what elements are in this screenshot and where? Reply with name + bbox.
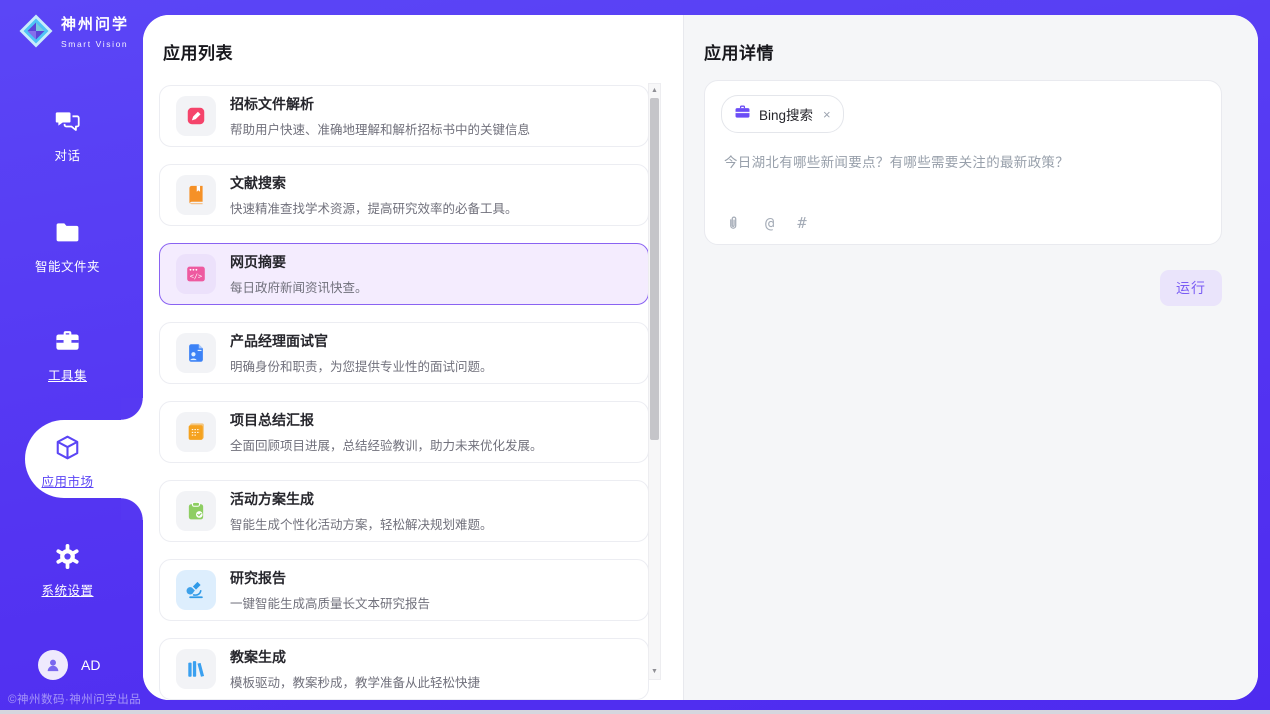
user-initials: AD (81, 657, 100, 673)
scrollbar-down-arrow[interactable]: ▼ (649, 666, 660, 678)
app-card-text: 教案生成模板驱动，教案秒成，教学准备从此轻松快捷 (230, 647, 480, 691)
book-icon (176, 175, 216, 215)
diamond-logo-icon (18, 13, 54, 54)
sidebar-item-2[interactable]: 工具集 (0, 328, 135, 384)
avatar[interactable] (38, 650, 68, 680)
app-card-description: 一键智能生成高质量长文本研究报告 (230, 593, 430, 612)
app-card-text: 招标文件解析帮助用户快速、准确地理解和解析招标书中的关键信息 (230, 94, 530, 138)
scrollbar[interactable]: ▲ ▼ (648, 83, 661, 680)
microscope-icon (176, 570, 216, 610)
scrollbar-up-arrow[interactable]: ▲ (649, 85, 660, 97)
svg-text:</>: </> (190, 273, 202, 281)
browser-code-icon: </> (176, 254, 216, 294)
brand-subtitle: Smart Vision (61, 39, 128, 49)
sidebar: 神州问学 Smart Vision 对话智能文件夹工具集应用市场系统设置 AD … (0, 0, 143, 714)
app-card-description: 智能生成个性化活动方案，轻松解决规划难题。 (230, 514, 493, 533)
app-card-text: 活动方案生成智能生成个性化活动方案，轻松解决规划难题。 (230, 489, 493, 533)
app-list-title: 应用列表 (163, 39, 233, 64)
bottom-edge-strip (0, 710, 1270, 714)
cube-icon (54, 434, 81, 461)
user-account[interactable]: AD (38, 650, 100, 680)
app-card-description: 快速精准查找学术资源，提高研究效率的必备工具。 (230, 198, 518, 217)
prompt-card[interactable]: Bing搜索 × 今日湖北有哪些新闻要点？有哪些需要关注的最新政策？ @# (704, 80, 1222, 245)
sidebar-item-4[interactable]: 系统设置 (0, 543, 135, 599)
app-card-title: 招标文件解析 (230, 94, 530, 114)
app-list-panel: 应用列表 招标文件解析帮助用户快速、准确地理解和解析招标书中的关键信息文献搜索快… (143, 15, 683, 700)
note-icon (176, 412, 216, 452)
prompt-text[interactable]: 今日湖北有哪些新闻要点？有哪些需要关注的最新政策？ (724, 151, 1203, 171)
app-card-3[interactable]: 产品经理面试官明确身份和职责，为您提供专业性的面试问题。 (159, 322, 649, 384)
app-card-5[interactable]: 活动方案生成智能生成个性化活动方案，轻松解决规划难题。 (159, 480, 649, 542)
app-card-title: 教案生成 (230, 647, 480, 667)
copyright-footer: ©神州数码·神州问学出品 (8, 691, 141, 707)
app-card-0[interactable]: 招标文件解析帮助用户快速、准确地理解和解析招标书中的关键信息 (159, 85, 649, 147)
app-card-text: 项目总结汇报全面回顾项目进展，总结经验教训，助力未来优化发展。 (230, 410, 543, 454)
prompt-toolbar: @# (724, 214, 807, 232)
sidebar-item-3[interactable]: 应用市场 (0, 434, 135, 490)
app-card-title: 产品经理面试官 (230, 331, 493, 351)
hash-icon[interactable]: # (797, 214, 806, 232)
app-card-description: 明确身份和职责，为您提供专业性的面试问题。 (230, 356, 493, 375)
app-card-title: 活动方案生成 (230, 489, 493, 509)
gear-icon (54, 543, 81, 570)
app-card-description: 帮助用户快速、准确地理解和解析招标书中的关键信息 (230, 119, 530, 138)
chat-icon (54, 108, 81, 135)
sidebar-item-label: 工具集 (0, 365, 135, 384)
tool-tag-label: Bing搜索 (759, 104, 813, 124)
sidebar-item-0[interactable]: 对话 (0, 108, 135, 164)
app-detail-title: 应用详情 (704, 39, 774, 64)
main-container: 应用列表 招标文件解析帮助用户快速、准确地理解和解析招标书中的关键信息文献搜索快… (143, 15, 1258, 700)
toolbox-icon (54, 328, 81, 355)
sidebar-item-label: 系统设置 (0, 580, 135, 599)
tool-tag-bing-search[interactable]: Bing搜索 × (721, 95, 844, 133)
app-detail-panel: 应用详情 Bing搜索 × 今日湖北有哪些新闻要点？有哪些需要关注的最新政策？ … (684, 15, 1258, 700)
at-icon[interactable]: @ (765, 214, 774, 232)
app-card-text: 产品经理面试官明确身份和职责，为您提供专业性的面试问题。 (230, 331, 493, 375)
sidebar-item-1[interactable]: 智能文件夹 (0, 219, 135, 275)
app-card-title: 研究报告 (230, 568, 430, 588)
folder-icon (54, 219, 81, 246)
person-doc-icon (176, 333, 216, 373)
sidebar-item-label: 对话 (0, 145, 135, 164)
app-card-title: 网页摘要 (230, 252, 368, 272)
briefcase-icon (734, 103, 751, 125)
app-card-title: 文献搜索 (230, 173, 518, 193)
app-card-7[interactable]: 教案生成模板驱动，教案秒成，教学准备从此轻松快捷 (159, 638, 649, 700)
sidebar-item-label: 应用市场 (0, 471, 135, 490)
app-card-title: 项目总结汇报 (230, 410, 543, 430)
app-card-text: 文献搜索快速精准查找学术资源，提高研究效率的必备工具。 (230, 173, 518, 217)
app-card-description: 全面回顾项目进展，总结经验教训，助力未来优化发展。 (230, 435, 543, 454)
scrollbar-thumb[interactable] (650, 98, 659, 440)
app-card-2[interactable]: </> 网页摘要每日政府新闻资讯快查。 (159, 243, 649, 305)
sidebar-item-label: 智能文件夹 (0, 256, 135, 275)
doc-edit-icon (176, 96, 216, 136)
app-card-list: 招标文件解析帮助用户快速、准确地理解和解析招标书中的关键信息文献搜索快速精准查找… (159, 85, 649, 700)
app-card-description: 模板驱动，教案秒成，教学准备从此轻松快捷 (230, 672, 480, 691)
paperclip-icon[interactable] (724, 214, 742, 232)
close-icon[interactable]: × (823, 108, 831, 121)
app-card-4[interactable]: 项目总结汇报全面回顾项目进展，总结经验教训，助力未来优化发展。 (159, 401, 649, 463)
brand-logo: 神州问学 Smart Vision (18, 13, 143, 54)
app-card-text: 网页摘要每日政府新闻资讯快查。 (230, 252, 368, 296)
clipboard-check-icon (176, 491, 216, 531)
run-button[interactable]: 运行 (1160, 270, 1222, 306)
books-icon (176, 649, 216, 689)
brand-title: 神州问学 (61, 16, 129, 33)
app-card-6[interactable]: 研究报告一键智能生成高质量长文本研究报告 (159, 559, 649, 621)
app-card-text: 研究报告一键智能生成高质量长文本研究报告 (230, 568, 430, 612)
app-window: 神州问学 Smart Vision 对话智能文件夹工具集应用市场系统设置 AD … (0, 0, 1270, 714)
app-card-description: 每日政府新闻资讯快查。 (230, 277, 368, 296)
app-card-1[interactable]: 文献搜索快速精准查找学术资源，提高研究效率的必备工具。 (159, 164, 649, 226)
